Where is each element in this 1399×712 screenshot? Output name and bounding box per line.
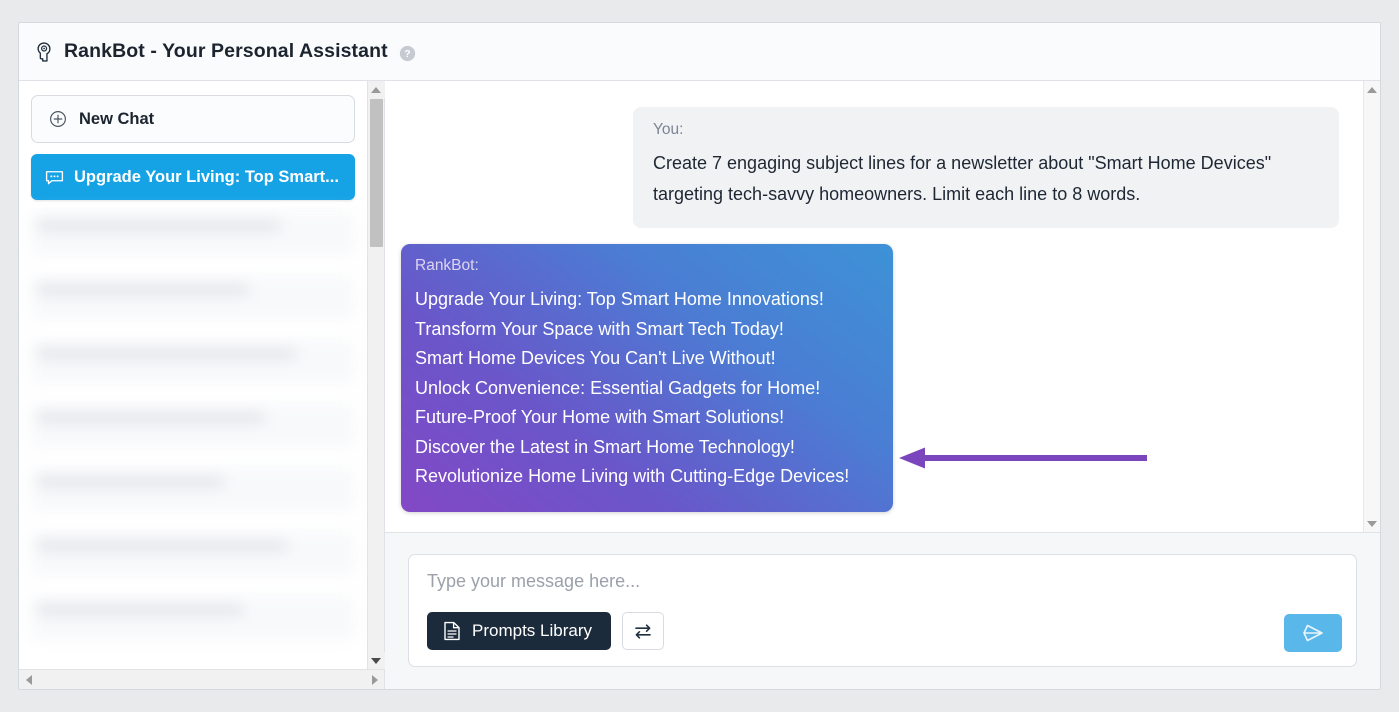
user-speaker-label: You:	[653, 121, 1319, 139]
list-item[interactable]	[31, 404, 355, 448]
list-item[interactable]	[31, 596, 355, 640]
list-item[interactable]	[31, 340, 355, 384]
swap-button[interactable]	[622, 612, 664, 650]
chat-main: You: Create 7 engaging subject lines for…	[385, 81, 1380, 533]
send-button[interactable]	[1284, 614, 1342, 652]
scroll-up-arrow-icon[interactable]	[1364, 81, 1381, 98]
plus-circle-icon	[49, 110, 67, 128]
bot-subject-line: Future-Proof Your Home with Smart Soluti…	[415, 403, 875, 433]
message-input-placeholder[interactable]: Type your message here...	[427, 571, 1338, 592]
bot-message-row: RankBot: Upgrade Your Living: Top Smart …	[399, 228, 1339, 512]
send-paper-plane-icon	[1301, 622, 1325, 644]
body-split: New Chat Upgrade Your Living: Top Smart.…	[19, 81, 1380, 689]
bot-subject-line: Transform Your Space with Smart Tech Tod…	[415, 315, 875, 345]
sidebar-horizontal-scrollbar[interactable]	[19, 669, 384, 689]
chat-panel: You: Create 7 engaging subject lines for…	[385, 81, 1380, 689]
message-list: You: Create 7 engaging subject lines for…	[385, 81, 1363, 532]
list-item[interactable]	[31, 532, 355, 576]
swap-arrows-icon	[633, 623, 653, 640]
help-circle-icon[interactable]: ?	[397, 41, 416, 62]
scroll-left-arrow-icon[interactable]	[19, 670, 38, 689]
list-item[interactable]	[31, 276, 355, 320]
scroll-up-arrow-icon[interactable]	[368, 81, 385, 98]
bot-subject-line: Unlock Convenience: Essential Gadgets fo…	[415, 374, 875, 404]
bot-subject-line: Upgrade Your Living: Top Smart Home Inno…	[415, 285, 875, 315]
bot-speaker-label: RankBot:	[415, 257, 875, 275]
user-message-row: You: Create 7 engaging subject lines for…	[399, 107, 1339, 228]
prompts-library-label: Prompts Library	[472, 621, 592, 641]
sidebar-item-label: Upgrade Your Living: Top Smart...	[74, 168, 339, 187]
new-chat-label: New Chat	[79, 110, 154, 129]
list-item[interactable]	[31, 468, 355, 512]
bot-subject-line: Smart Home Devices You Can't Live Withou…	[415, 344, 875, 374]
chat-vertical-scrollbar[interactable]	[1363, 81, 1380, 532]
composer-area: Type your message here... Prompts Librar	[385, 533, 1380, 689]
document-icon	[443, 621, 461, 641]
app-window: RankBot - Your Personal Assistant ?	[18, 22, 1381, 690]
sidebar: New Chat Upgrade Your Living: Top Smart.…	[19, 81, 385, 689]
sidebar-scroll-area: New Chat Upgrade Your Living: Top Smart.…	[19, 81, 384, 669]
svg-text:?: ?	[404, 49, 410, 60]
page-title: RankBot - Your Personal Assistant	[64, 40, 388, 63]
scroll-down-arrow-icon[interactable]	[1364, 515, 1381, 532]
scrollbar-track[interactable]	[38, 670, 365, 689]
user-message-bubble: You: Create 7 engaging subject lines for…	[633, 107, 1339, 228]
bot-head-icon	[33, 41, 55, 63]
user-message-text: Create 7 engaging subject lines for a ne…	[653, 148, 1319, 210]
bot-subject-line: Discover the Latest in Smart Home Techno…	[415, 433, 875, 463]
new-chat-button[interactable]: New Chat	[31, 95, 355, 143]
scroll-right-arrow-icon[interactable]	[365, 670, 384, 689]
chat-list: New Chat Upgrade Your Living: Top Smart.…	[19, 81, 367, 669]
scroll-down-arrow-icon[interactable]	[368, 652, 385, 669]
bot-subject-line: Revolutionize Home Living with Cutting-E…	[415, 462, 875, 492]
sidebar-item-active-chat[interactable]: Upgrade Your Living: Top Smart...	[31, 154, 355, 200]
scrollbar-thumb[interactable]	[370, 99, 383, 247]
title-bar: RankBot - Your Personal Assistant ?	[19, 23, 1380, 81]
sidebar-vertical-scrollbar[interactable]	[367, 81, 384, 669]
composer-toolbar: Prompts Library	[427, 612, 1338, 650]
message-input-box[interactable]: Type your message here... Prompts Librar	[408, 554, 1357, 667]
bot-message-bubble: RankBot: Upgrade Your Living: Top Smart …	[401, 244, 893, 512]
chat-bubble-icon	[45, 170, 64, 185]
list-item[interactable]	[31, 212, 355, 256]
chat-history-placeholder-list	[31, 212, 355, 640]
prompts-library-button[interactable]: Prompts Library	[427, 612, 611, 650]
